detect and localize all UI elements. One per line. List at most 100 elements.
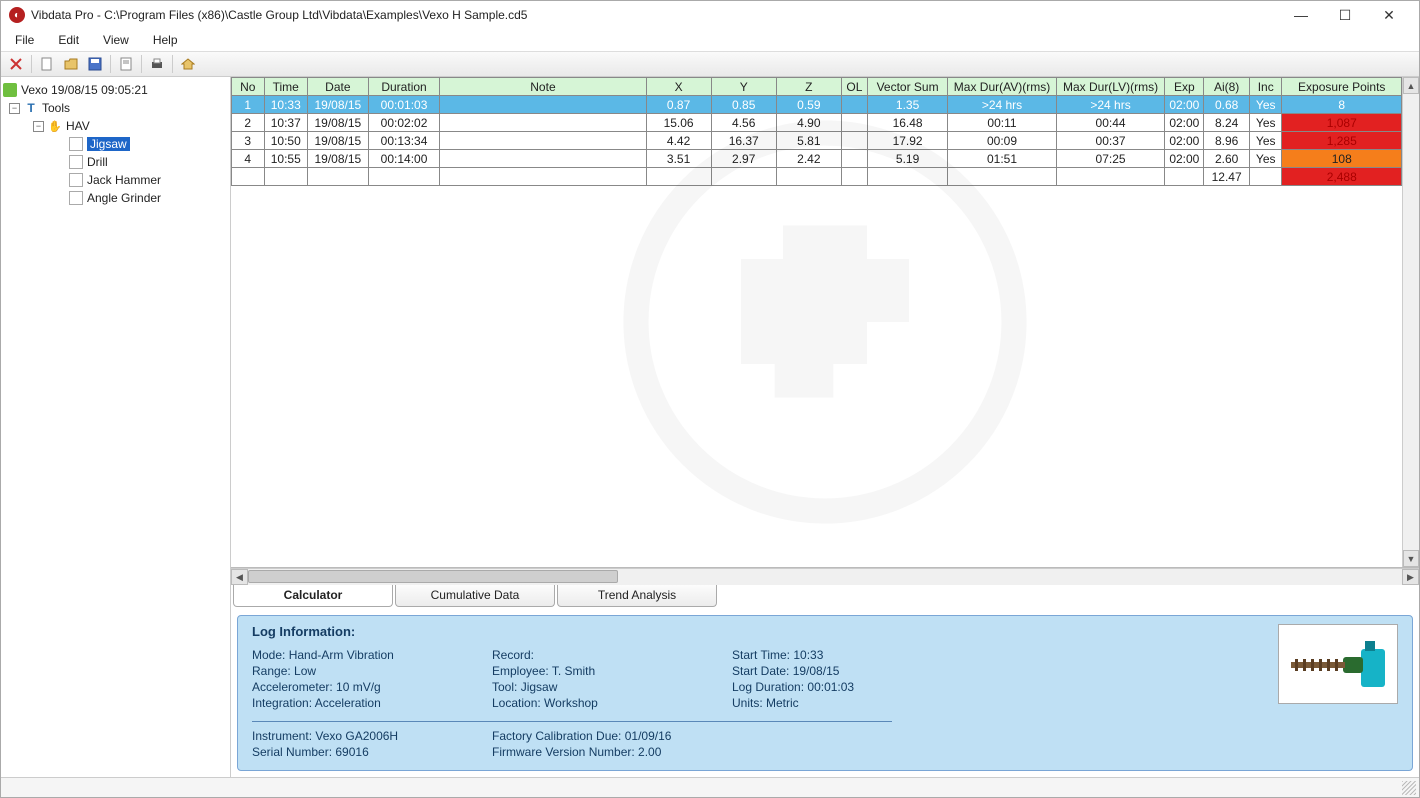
data-grid-container: NoTimeDateDurationNoteXYZOLVector SumMax… (231, 77, 1419, 568)
cell-av: >24 hrs (948, 96, 1057, 114)
menu-help[interactable]: Help (149, 31, 182, 49)
cell-time (264, 168, 307, 186)
column-header[interactable]: Max Dur(AV)(rms) (948, 78, 1057, 96)
tree-item-label: Jigsaw (87, 137, 130, 151)
cell-ol (841, 132, 867, 150)
info-range: Range: Low (252, 663, 492, 679)
expander-icon[interactable]: − (9, 103, 20, 114)
tree-item-jack-hammer[interactable]: Jack Hammer (3, 171, 228, 189)
toolbar-close-icon[interactable] (5, 54, 27, 74)
tree-tools[interactable]: − T Tools (3, 99, 228, 117)
column-header[interactable]: Exposure Points (1282, 78, 1402, 96)
maximize-button[interactable]: ☐ (1323, 2, 1367, 28)
cell-pts: 8 (1282, 96, 1402, 114)
cell-pts: 2,488 (1282, 168, 1402, 186)
table-row[interactable]: 210:3719/08/1500:02:0215.064.564.9016.48… (232, 114, 1402, 132)
scroll-left-icon[interactable]: ◀ (231, 569, 248, 585)
scrollbar-track[interactable] (248, 569, 1402, 585)
info-log-duration: Log Duration: 00:01:03 (732, 679, 972, 695)
toolbar-report-icon[interactable] (115, 54, 137, 74)
tree-item-drill[interactable]: Drill (3, 153, 228, 171)
table-row[interactable]: 410:5519/08/1500:14:003.512.972.425.1901… (232, 150, 1402, 168)
toolbar-home-icon[interactable] (177, 54, 199, 74)
toolbar-print-icon[interactable] (146, 54, 168, 74)
close-button[interactable]: ✕ (1367, 2, 1411, 28)
cell-time: 10:55 (264, 150, 307, 168)
menu-file[interactable]: File (11, 31, 38, 49)
column-header[interactable]: Time (264, 78, 307, 96)
cell-ai: 2.60 (1204, 150, 1250, 168)
column-header[interactable]: Duration (368, 78, 440, 96)
toolbar-new-icon[interactable] (36, 54, 58, 74)
data-table[interactable]: NoTimeDateDurationNoteXYZOLVector SumMax… (231, 77, 1402, 186)
cell-y: 2.97 (711, 150, 776, 168)
column-header[interactable]: Z (776, 78, 841, 96)
scrollbar-thumb[interactable] (248, 570, 618, 583)
toolbar-save-icon[interactable] (84, 54, 106, 74)
tree-item-jigsaw[interactable]: Jigsaw (3, 135, 228, 153)
column-header[interactable]: Exp (1165, 78, 1204, 96)
info-units: Units: Metric (732, 695, 972, 711)
table-row[interactable]: 110:3319/08/1500:01:030.870.850.591.35>2… (232, 96, 1402, 114)
tab-calculator[interactable]: Calculator (233, 585, 393, 607)
tree-root[interactable]: Vexo 19/08/15 09:05:21 (3, 81, 228, 99)
right-panel: NoTimeDateDurationNoteXYZOLVector SumMax… (231, 77, 1419, 777)
content-area: Vexo 19/08/15 09:05:21 − T Tools − ✋ HAV… (1, 77, 1419, 777)
cell-dur: 00:02:02 (368, 114, 440, 132)
menu-edit[interactable]: Edit (54, 31, 83, 49)
info-employee: Employee: T. Smith (492, 663, 732, 679)
minimize-button[interactable]: — (1279, 2, 1323, 28)
hav-icon: ✋ (48, 119, 62, 133)
toolbar-separator (110, 55, 111, 73)
column-header[interactable]: X (646, 78, 711, 96)
cell-exp (1165, 168, 1204, 186)
horizontal-scrollbar[interactable]: ◀ ▶ (231, 568, 1419, 585)
tree-hav-label: HAV (66, 119, 90, 133)
menu-view[interactable]: View (99, 31, 133, 49)
cell-date: 19/08/15 (307, 114, 368, 132)
cell-date: 19/08/15 (307, 150, 368, 168)
scroll-down-icon[interactable]: ▼ (1403, 550, 1419, 567)
column-header[interactable]: Inc (1249, 78, 1282, 96)
tree-panel[interactable]: Vexo 19/08/15 09:05:21 − T Tools − ✋ HAV… (1, 77, 231, 777)
column-header[interactable]: Ai(8) (1204, 78, 1250, 96)
document-icon (69, 191, 83, 205)
log-info-heading: Log Information: (252, 624, 1278, 639)
column-header[interactable]: No (232, 78, 265, 96)
column-header[interactable]: Vector Sum (867, 78, 947, 96)
tree-item-angle-grinder[interactable]: Angle Grinder (3, 189, 228, 207)
column-header[interactable]: Max Dur(LV)(rms) (1056, 78, 1165, 96)
document-icon (69, 173, 83, 187)
table-row[interactable]: 12.472,488 (232, 168, 1402, 186)
toolbar (1, 51, 1419, 77)
column-header[interactable]: OL (841, 78, 867, 96)
expander-icon[interactable]: − (33, 121, 44, 132)
scroll-up-icon[interactable]: ▲ (1403, 77, 1419, 94)
tab-cumulative-data[interactable]: Cumulative Data (395, 585, 555, 607)
toolbar-open-icon[interactable] (60, 54, 82, 74)
cell-date (307, 168, 368, 186)
toolbar-separator (31, 55, 32, 73)
resize-grip-icon[interactable] (1402, 781, 1416, 795)
cell-time: 10:50 (264, 132, 307, 150)
cell-dur: 00:01:03 (368, 96, 440, 114)
toolbar-separator (172, 55, 173, 73)
tab-trend-analysis[interactable]: Trend Analysis (557, 585, 717, 607)
scroll-right-icon[interactable]: ▶ (1402, 569, 1419, 585)
cell-inc: Yes (1249, 96, 1282, 114)
cell-pts: 1,087 (1282, 114, 1402, 132)
column-header[interactable]: Y (711, 78, 776, 96)
document-icon (69, 137, 83, 151)
tree-hav[interactable]: − ✋ HAV (3, 117, 228, 135)
cell-ol (841, 150, 867, 168)
cell-ai: 8.96 (1204, 132, 1250, 150)
vertical-scrollbar[interactable]: ▲ ▼ (1402, 77, 1419, 567)
cell-note (440, 132, 646, 150)
data-grid[interactable]: NoTimeDateDurationNoteXYZOLVector SumMax… (231, 77, 1402, 567)
table-row[interactable]: 310:5019/08/1500:13:344.4216.375.8117.92… (232, 132, 1402, 150)
column-header[interactable]: Date (307, 78, 368, 96)
column-header[interactable]: Note (440, 78, 646, 96)
cell-pts: 1,285 (1282, 132, 1402, 150)
cell-x: 3.51 (646, 150, 711, 168)
download-icon (3, 83, 17, 97)
